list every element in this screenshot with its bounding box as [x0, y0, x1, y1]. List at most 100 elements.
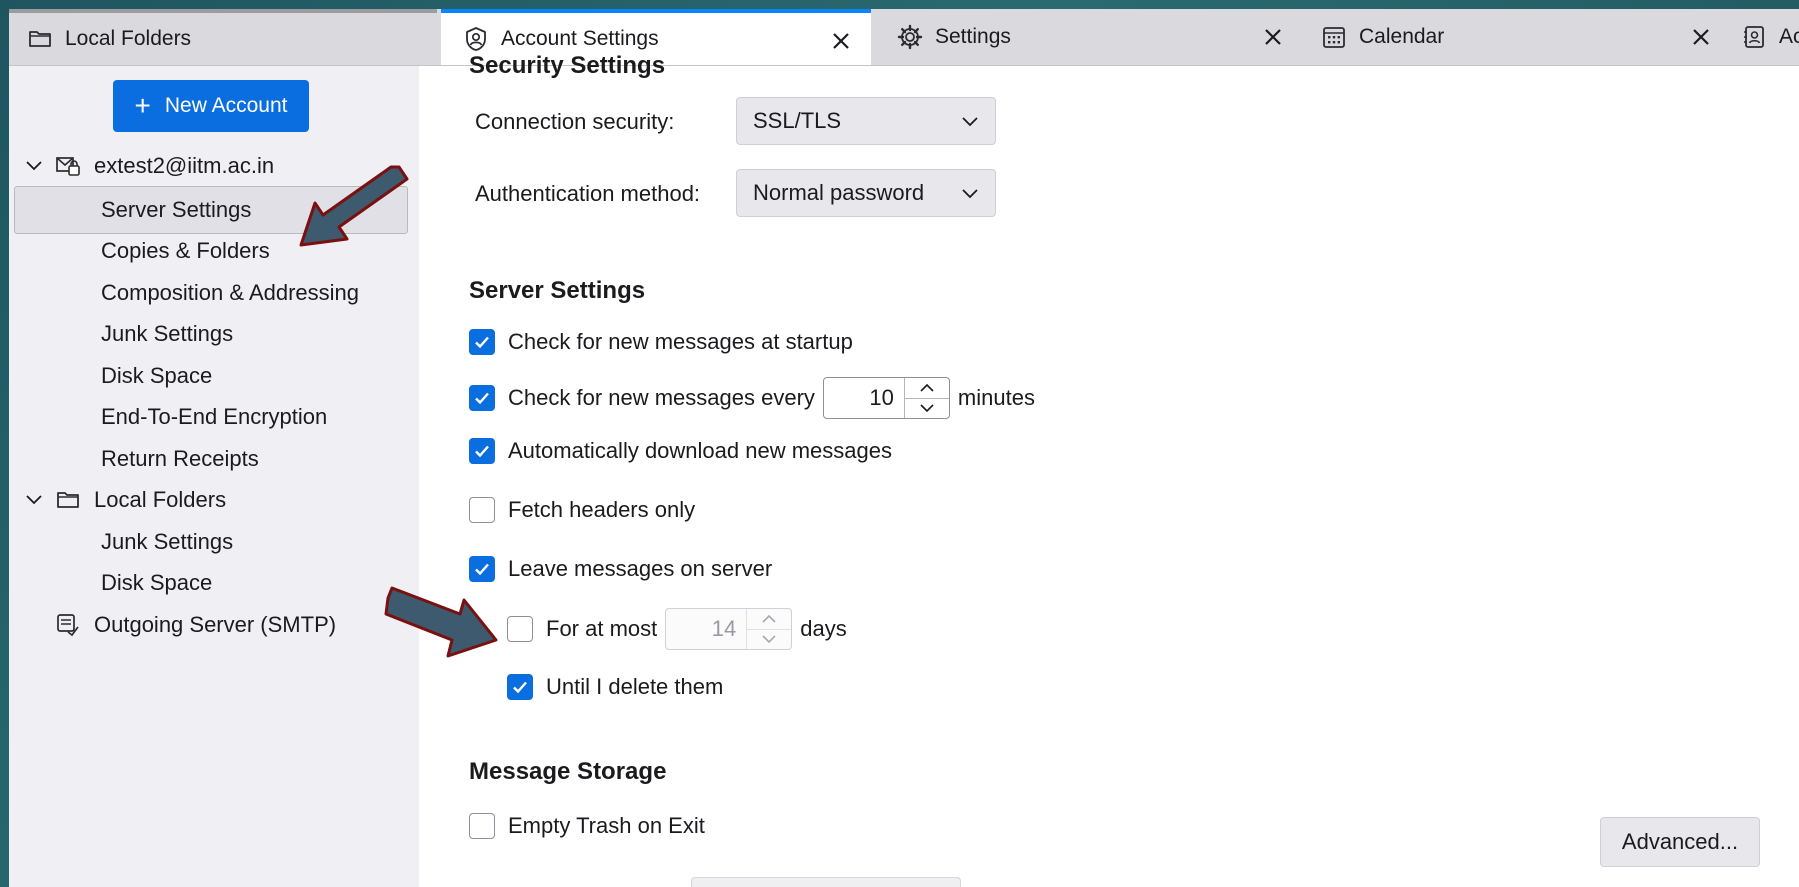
outgoing-server-label: Outgoing Server (SMTP) [94, 612, 337, 637]
advanced-label: Advanced... [1621, 829, 1739, 854]
folder-icon [27, 26, 53, 52]
calendar-icon [1321, 24, 1347, 50]
connection-security-select[interactable]: SSL/TLS [736, 97, 996, 145]
sidebar-item-disk-space[interactable]: Disk Space [9, 353, 409, 399]
leave-on-server-label: Leave messages on server [508, 556, 773, 581]
until-delete-label: Until I delete them [546, 674, 724, 699]
sidebar-item-label: Server Settings [101, 197, 252, 222]
chevron-up-icon[interactable] [747, 609, 791, 629]
chevron-down-icon [959, 111, 981, 133]
for-at-most-label: For at most [546, 616, 658, 641]
auth-method-value: Normal password [753, 180, 925, 205]
local-folders-row[interactable]: Local Folders [9, 477, 409, 523]
gear-icon [897, 24, 923, 50]
check-startup-label: Check for new messages at startup [508, 329, 853, 354]
sidebar-item-local-junk-settings[interactable]: Junk Settings [9, 519, 409, 565]
chevron-down-icon[interactable] [904, 397, 949, 419]
days-stepper[interactable]: 14 [665, 608, 793, 650]
tab-settings[interactable]: Settings [875, 9, 1303, 65]
until-delete-checkbox[interactable] [507, 674, 533, 700]
sidebar-item-label: Junk Settings [101, 321, 234, 346]
outgoing-server-icon [54, 611, 82, 639]
empty-trash-label: Empty Trash on Exit [508, 813, 705, 838]
storage-type-select[interactable] [691, 877, 961, 887]
check-every-checkbox[interactable] [469, 385, 495, 411]
leave-on-server-row[interactable]: Leave messages on server [469, 556, 772, 582]
until-delete-row[interactable]: Until I delete them [507, 674, 723, 700]
sidebar-item-return-receipts[interactable]: Return Receipts [9, 436, 409, 482]
sidebar-item-label: Copies & Folders [101, 238, 270, 263]
account-sidebar: + New Account extest2@iitm.ac.in Server … [9, 66, 419, 887]
days-unit: days [800, 616, 847, 641]
sidebar-item-label: Disk Space [101, 363, 213, 388]
tab-label: Local Folders [65, 27, 192, 50]
auth-method-select[interactable]: Normal password [736, 169, 996, 217]
account-label: extest2@iitm.ac.in [94, 153, 275, 178]
empty-trash-checkbox[interactable] [469, 813, 495, 839]
close-icon[interactable] [829, 29, 853, 53]
sidebar-item-copies-folders[interactable]: Copies & Folders [9, 228, 409, 274]
address-book-icon [1741, 24, 1767, 50]
server-settings-title: Server Settings [469, 277, 646, 304]
security-settings-title: Security Settings [469, 52, 666, 79]
tab-label: Calendar [1359, 25, 1445, 48]
check-interval-unit: minutes [957, 385, 1035, 410]
fetch-headers-label: Fetch headers only [508, 497, 696, 522]
app-window: Local Folders Account Settings Settings [9, 9, 1799, 887]
chevron-down-icon [959, 183, 981, 205]
tab-bar: Local Folders Account Settings Settings [9, 9, 1799, 66]
tab-address-book[interactable]: Ac [1741, 9, 1799, 65]
connection-security-label: Connection security: [475, 109, 675, 134]
sidebar-item-server-settings[interactable]: Server Settings [14, 186, 408, 234]
tab-label: Settings [935, 25, 1011, 48]
sidebar-item-local-disk-space[interactable]: Disk Space [9, 560, 409, 606]
chevron-up-icon[interactable] [905, 378, 949, 398]
leave-on-server-checkbox[interactable] [469, 556, 495, 582]
sidebar-item-label: End-To-End Encryption [101, 404, 328, 429]
tab-local-folders[interactable]: Local Folders [9, 9, 437, 65]
fetch-headers-row[interactable]: Fetch headers only [469, 497, 695, 523]
chevron-down-icon[interactable] [23, 489, 45, 511]
account-row[interactable]: extest2@iitm.ac.in [9, 143, 409, 189]
connection-security-value: SSL/TLS [753, 108, 842, 133]
close-icon[interactable] [1261, 25, 1285, 49]
chevron-down-icon[interactable] [747, 628, 792, 650]
mail-account-icon [54, 152, 82, 180]
tab-label: Account Settings [501, 27, 659, 50]
for-at-most-checkbox[interactable] [507, 616, 533, 642]
check-interval-value[interactable]: 10 [824, 385, 904, 411]
settings-pane: Security Settings Connection security: S… [419, 52, 1799, 887]
fetch-headers-checkbox[interactable] [469, 497, 495, 523]
auto-download-label: Automatically download new messages [508, 438, 892, 463]
plus-icon: + [134, 90, 151, 121]
check-every-row[interactable]: Check for new messages every 10 minutes [469, 377, 1035, 419]
auto-download-row[interactable]: Automatically download new messages [469, 438, 892, 464]
check-startup-row[interactable]: Check for new messages at startup [469, 329, 853, 355]
empty-trash-row[interactable]: Empty Trash on Exit [469, 813, 705, 839]
sidebar-item-junk-settings[interactable]: Junk Settings [9, 311, 409, 357]
advanced-button[interactable]: Advanced... [1600, 817, 1760, 867]
auto-download-checkbox[interactable] [469, 438, 495, 464]
new-account-label: New Account [164, 94, 288, 117]
check-startup-checkbox[interactable] [469, 329, 495, 355]
for-at-most-row[interactable]: For at most 14 days [507, 608, 847, 650]
chevron-down-icon[interactable] [23, 155, 45, 177]
folder-icon [54, 486, 82, 514]
message-storage-title: Message Storage [469, 758, 667, 785]
auth-method-label: Authentication method: [475, 181, 701, 206]
new-account-button[interactable]: + New Account [113, 80, 309, 132]
tab-calendar[interactable]: Calendar [1303, 9, 1731, 65]
close-icon[interactable] [1689, 25, 1713, 49]
sidebar-item-label: Disk Space [101, 570, 213, 595]
local-folders-label: Local Folders [94, 487, 227, 512]
sidebar-item-label: Return Receipts [101, 446, 259, 471]
sidebar-item-label: Junk Settings [101, 529, 234, 554]
check-interval-stepper[interactable]: 10 [822, 377, 950, 419]
sidebar-item-e2e-encryption[interactable]: End-To-End Encryption [9, 394, 409, 440]
tab-label: Ac [1779, 25, 1799, 48]
stepper-arrows [746, 609, 792, 650]
sidebar-item-composition[interactable]: Composition & Addressing [9, 270, 409, 316]
days-value[interactable]: 14 [666, 616, 746, 642]
sidebar-item-outgoing-server[interactable]: Outgoing Server (SMTP) [9, 602, 409, 648]
stepper-arrows [903, 378, 949, 419]
